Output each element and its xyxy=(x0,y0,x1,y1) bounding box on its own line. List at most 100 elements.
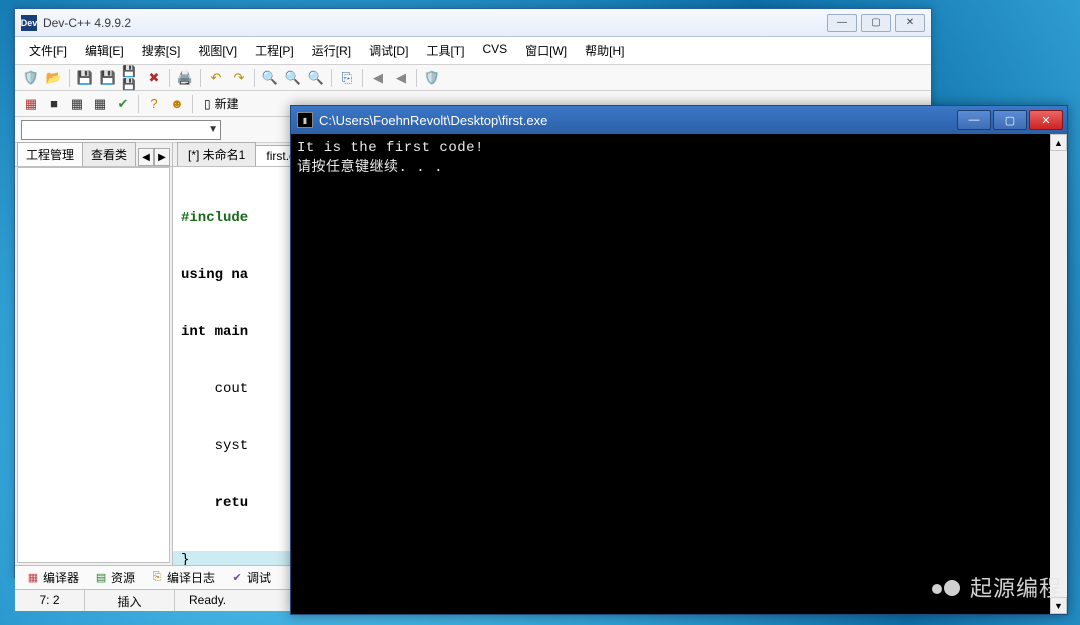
wechat-icon xyxy=(932,574,962,600)
check-icon: ✔ xyxy=(231,572,243,584)
log-icon: ⎘ xyxy=(151,572,163,584)
find-next-icon[interactable]: 🔍 xyxy=(283,68,303,88)
nav-back-icon[interactable]: ◀ xyxy=(368,68,388,88)
print-icon[interactable]: 🖨️ xyxy=(175,68,195,88)
grid-icon: ▦ xyxy=(27,572,39,584)
console-line: 请按任意键继续. . . xyxy=(297,160,443,176)
close-button[interactable]: ✕ xyxy=(895,14,925,32)
console-app-icon: ▮ xyxy=(297,112,313,128)
separator-icon xyxy=(416,69,417,87)
menu-search[interactable]: 搜索[S] xyxy=(134,39,189,62)
watermark: 起源编程 xyxy=(932,571,1062,603)
run-icon[interactable]: ■ xyxy=(44,94,64,114)
help-icon[interactable]: ? xyxy=(144,94,164,114)
scroll-track[interactable] xyxy=(1050,151,1067,597)
tab-compile-log-label: 编译日志 xyxy=(167,569,215,586)
new-button-label: 新建 xyxy=(215,95,239,112)
watermark-text: 起源编程 xyxy=(970,571,1062,603)
replace-icon[interactable]: 🔍 xyxy=(306,68,326,88)
project-tree[interactable] xyxy=(17,167,170,563)
nav-fwd-icon[interactable]: ◀ xyxy=(391,68,411,88)
undo-icon[interactable]: ↶ xyxy=(206,68,226,88)
goto-icon[interactable]: ⎘ xyxy=(337,68,357,88)
shield-icon[interactable]: 🛡️ xyxy=(21,68,41,88)
console-close-button[interactable]: ✕ xyxy=(1029,110,1063,130)
new-button[interactable]: ▯ 新建 xyxy=(198,94,245,114)
tab-nav-right-icon[interactable]: ▶ xyxy=(154,148,170,166)
separator-icon xyxy=(169,69,170,87)
separator-icon xyxy=(200,69,201,87)
compile-icon[interactable]: ▦ xyxy=(21,94,41,114)
console-title-text: C:\Users\FoehnRevolt\Desktop\first.exe xyxy=(319,113,957,128)
save-icon[interactable]: 💾 xyxy=(75,68,95,88)
chevron-down-icon: ▼ xyxy=(208,124,218,135)
stack-icon: ▤ xyxy=(95,572,107,584)
menu-help[interactable]: 帮助[H] xyxy=(577,39,632,62)
shield2-icon[interactable]: 🛡️ xyxy=(422,68,442,88)
menu-edit[interactable]: 编辑[E] xyxy=(77,39,132,62)
tab-compiler[interactable]: ▦ 编译器 xyxy=(19,567,87,588)
code-line: int main xyxy=(181,324,248,340)
menu-file[interactable]: 文件[F] xyxy=(21,39,75,62)
console-output[interactable]: It is the first code! 请按任意键继续. . . xyxy=(291,134,1050,614)
find-icon[interactable]: 🔍 xyxy=(260,68,280,88)
left-pane: 工程管理 查看类 ◀ ▶ xyxy=(15,143,173,565)
maximize-button[interactable]: ▢ xyxy=(861,14,891,32)
goto-combo[interactable]: ▼ xyxy=(21,120,221,140)
tab-class-view[interactable]: 查看类 xyxy=(82,142,136,166)
status-cursor-pos: 7: 2 xyxy=(15,590,85,611)
menu-cvs[interactable]: CVS xyxy=(474,39,515,62)
console-scrollbar[interactable]: ▲ ▼ xyxy=(1050,134,1067,614)
console-titlebar[interactable]: ▮ C:\Users\FoehnRevolt\Desktop\first.exe… xyxy=(291,106,1067,134)
status-insert-mode: 插入 xyxy=(85,590,175,611)
separator-icon xyxy=(192,95,193,113)
left-tabstrip: 工程管理 查看类 ◀ ▶ xyxy=(15,143,172,167)
console-window: ▮ C:\Users\FoehnRevolt\Desktop\first.exe… xyxy=(290,105,1068,615)
console-maximize-button[interactable]: ▢ xyxy=(993,110,1027,130)
open-icon[interactable]: 📂 xyxy=(44,68,64,88)
console-minimize-button[interactable]: — xyxy=(957,110,991,130)
devcpp-window-controls: — ▢ ✕ xyxy=(827,14,925,32)
tab-resources-label: 资源 xyxy=(111,569,135,586)
rebuild-icon[interactable]: ▦ xyxy=(90,94,110,114)
code-line: using na xyxy=(181,267,248,283)
code-line: } xyxy=(181,552,189,565)
code-line: #include xyxy=(181,210,248,226)
saveall2-icon[interactable]: 💾💾 xyxy=(121,68,141,88)
saveall-icon[interactable]: 💾 xyxy=(98,68,118,88)
tab-compile-log[interactable]: ⎘ 编译日志 xyxy=(143,567,223,588)
tab-nav-left-icon[interactable]: ◀ xyxy=(138,148,154,166)
close-file-icon[interactable]: ✖ xyxy=(144,68,164,88)
tab-debug[interactable]: ✔ 调试 xyxy=(223,567,279,588)
scroll-up-icon[interactable]: ▲ xyxy=(1050,134,1067,151)
console-window-controls: — ▢ ✕ xyxy=(957,110,1063,130)
menu-run[interactable]: 运行[R] xyxy=(304,39,359,62)
tab-compiler-label: 编译器 xyxy=(43,569,79,586)
menu-debug[interactable]: 调试[D] xyxy=(361,39,416,62)
redo-icon[interactable]: ↷ xyxy=(229,68,249,88)
code-line: syst xyxy=(181,438,248,454)
devcpp-titlebar[interactable]: Dev Dev-C++ 4.9.9.2 — ▢ ✕ xyxy=(15,9,931,37)
tab-project-manager[interactable]: 工程管理 xyxy=(17,142,83,166)
menu-view[interactable]: 视图[V] xyxy=(190,39,245,62)
separator-icon xyxy=(362,69,363,87)
separator-icon xyxy=(138,95,139,113)
tab-resources[interactable]: ▤ 资源 xyxy=(87,567,143,588)
menu-tools[interactable]: 工具[T] xyxy=(418,39,472,62)
new-page-icon: ▯ xyxy=(204,97,211,111)
separator-icon xyxy=(69,69,70,87)
compile-run-icon[interactable]: ▦ xyxy=(67,94,87,114)
menu-window[interactable]: 窗口[W] xyxy=(517,39,575,62)
separator-icon xyxy=(331,69,332,87)
about-icon[interactable]: ☻ xyxy=(167,94,187,114)
tab-debug-label: 调试 xyxy=(247,569,271,586)
editor-tab-unnamed[interactable]: [*] 未命名1 xyxy=(177,142,256,166)
minimize-button[interactable]: — xyxy=(827,14,857,32)
menu-project[interactable]: 工程[P] xyxy=(247,39,302,62)
menu-bar: 文件[F] 编辑[E] 搜索[S] 视图[V] 工程[P] 运行[R] 调试[D… xyxy=(15,37,931,65)
devcpp-title-text: Dev-C++ 4.9.9.2 xyxy=(43,16,827,30)
code-line: retu xyxy=(181,495,248,511)
tab-nav-arrows: ◀ ▶ xyxy=(138,148,170,166)
console-body: It is the first code! 请按任意键继续. . . ▲ ▼ xyxy=(291,134,1067,614)
check-icon[interactable]: ✔ xyxy=(113,94,133,114)
